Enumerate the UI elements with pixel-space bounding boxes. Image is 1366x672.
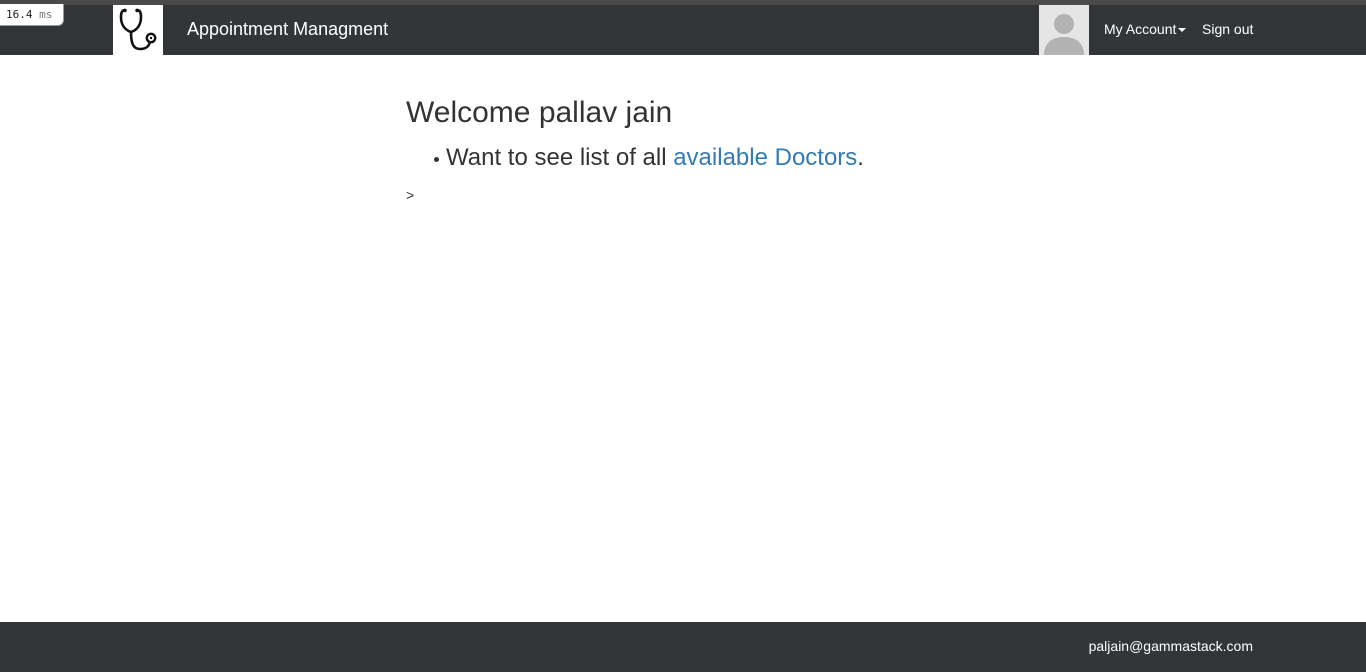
- sign-out-link[interactable]: Sign out: [1202, 5, 1253, 55]
- list-item-suffix: .: [857, 144, 864, 171]
- my-account-dropdown[interactable]: My Account: [1104, 5, 1187, 55]
- brand-title[interactable]: Appointment Managment: [187, 5, 388, 55]
- welcome-list: Want to see list of all available Doctor…: [406, 142, 1306, 174]
- timing-unit: ms: [39, 8, 53, 21]
- list-item-prefix: Want to see list of all: [446, 144, 674, 171]
- footer-email: paljain@gammastack.com: [1088, 638, 1253, 654]
- timing-value: 16.4: [6, 8, 33, 21]
- caret-down-icon: [1178, 28, 1187, 33]
- render-timing-badge: 16.4 ms: [0, 4, 64, 26]
- my-account-label: My Account: [1104, 21, 1177, 37]
- welcome-heading: Welcome pallav jain: [406, 96, 673, 129]
- page-footer: paljain@gammastack.com: [0, 622, 1366, 672]
- list-item: Want to see list of all available Doctor…: [434, 142, 1306, 174]
- available-doctors-link[interactable]: available Doctors: [673, 144, 857, 171]
- main-content: Welcome pallav jain Want to see list of …: [406, 95, 1306, 203]
- user-avatar-icon: [1039, 5, 1089, 55]
- stethoscope-icon[interactable]: [113, 5, 163, 55]
- top-navbar: Appointment Managment My Account Sign ou…: [0, 5, 1366, 55]
- stray-text: >: [406, 187, 415, 203]
